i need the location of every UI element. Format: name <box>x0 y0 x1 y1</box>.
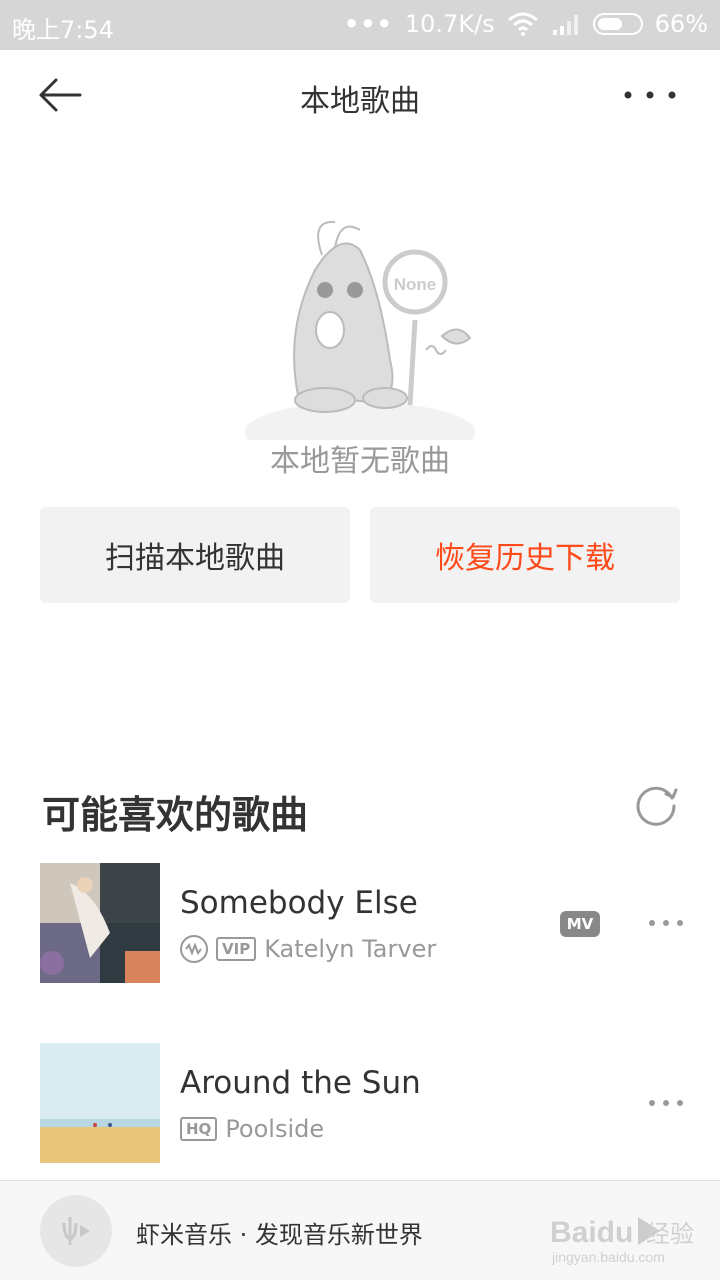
vip-badge: VIP <box>216 937 257 961</box>
song-meta: VIP Katelyn Tarver <box>180 935 436 963</box>
xiami-logo-icon <box>62 1217 90 1245</box>
song-meta: HQ Poolside <box>180 1115 324 1143</box>
watermark-sub: 经验 <box>646 1220 694 1248</box>
refresh-icon[interactable] <box>632 780 680 828</box>
song-artist: Katelyn Tarver <box>264 935 437 963</box>
none-sign-label: None <box>394 275 437 294</box>
watermark-url: jingyan.baidu.com <box>551 1249 665 1265</box>
wifi-icon <box>507 12 538 36</box>
more-dots-icon[interactable] <box>646 1091 686 1115</box>
lossless-audio-icon <box>180 935 208 963</box>
restore-download-history-button[interactable]: 恢复历史下载 <box>370 507 680 603</box>
song-title: Somebody Else <box>180 885 418 921</box>
more-dots-icon[interactable] <box>646 911 686 935</box>
list-item[interactable]: Around the Sun HQ Poolside <box>0 1043 720 1163</box>
status-time: 晚上7:54 <box>12 16 114 44</box>
baidu-watermark: Baidu 经验 jingyan.baidu.com <box>550 1216 694 1265</box>
player-cover[interactable] <box>40 1195 112 1267</box>
watermark-brand: Baidu <box>550 1216 633 1249</box>
battery-icon <box>592 13 643 35</box>
list-item[interactable]: Somebody Else VIP Katelyn Tarver MV <box>0 863 720 983</box>
battery-percent: 66% <box>654 10 708 38</box>
player-text: 虾米音乐 · 发现音乐新世界 <box>136 1221 423 1249</box>
more-dots-icon[interactable] <box>620 80 680 110</box>
signal-icon <box>552 15 578 35</box>
album-cover[interactable] <box>40 1043 160 1163</box>
album-cover[interactable] <box>40 863 160 983</box>
empty-message: 本地暂无歌曲 <box>270 444 450 479</box>
status-right: ••• 10.7K/s 66% <box>344 10 708 38</box>
battery-fill <box>597 18 623 30</box>
status-bar: 晚上7:54 ••• 10.7K/s 66% <box>0 0 720 50</box>
song-title: Around the Sun <box>180 1065 421 1101</box>
hq-badge: HQ <box>180 1117 218 1141</box>
mv-button[interactable]: MV <box>560 911 600 937</box>
page-title: 本地歌曲 <box>300 84 420 119</box>
scan-local-songs-button[interactable]: 扫描本地歌曲 <box>40 507 350 603</box>
notification-dots-icon: ••• <box>343 10 393 38</box>
network-speed: 10.7K/s <box>404 10 495 38</box>
section-title: 可能喜欢的歌曲 <box>42 793 309 837</box>
song-artist: Poolside <box>225 1115 325 1143</box>
app-bar: 本地歌曲 <box>0 50 720 140</box>
empty-illustration: None <box>245 220 475 440</box>
